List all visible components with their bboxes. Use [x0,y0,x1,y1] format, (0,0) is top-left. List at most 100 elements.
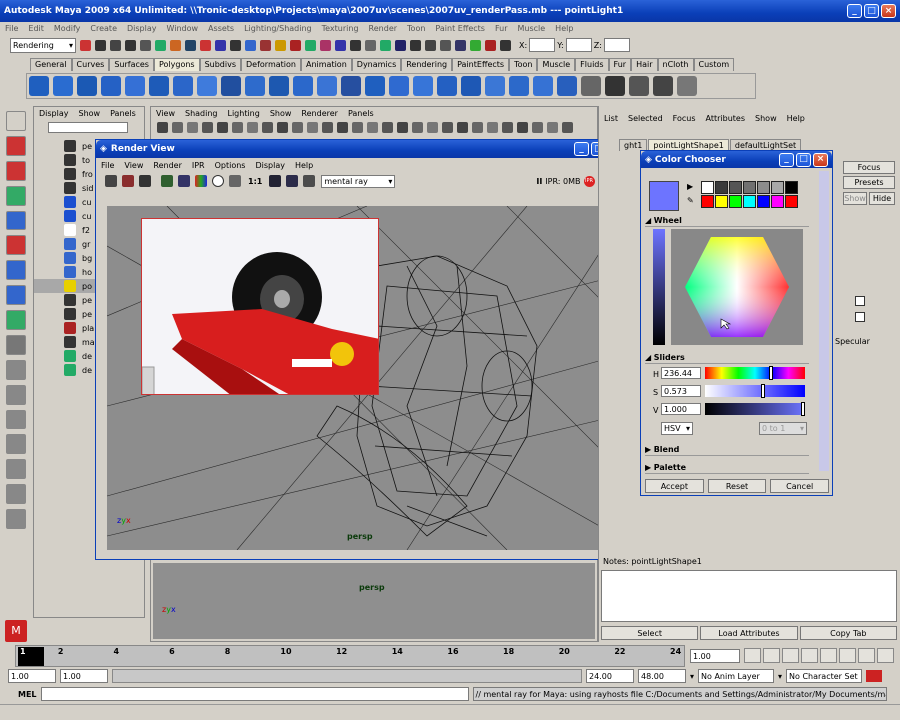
palette-swatch[interactable] [729,181,742,194]
render-view-menu-item-3[interactable]: IPR [187,161,210,170]
main-menu-item-0[interactable]: File [0,24,23,33]
main-menu-item-8[interactable]: Texturing [317,24,364,33]
reset-button[interactable]: Reset [707,479,767,493]
toolbox-tool-icon[interactable] [6,384,26,405]
shelf-tool-icon[interactable] [437,76,457,96]
viewport-tool-icon[interactable] [292,122,303,133]
palette-swatch[interactable] [771,181,784,194]
status-tool-icon[interactable] [440,39,451,51]
status-tool-icon[interactable] [230,39,241,51]
outliner-filter-field[interactable] [48,122,128,133]
palette-swatch[interactable] [785,195,798,208]
range-start-field[interactable]: 1.00 [60,669,108,683]
shelf-tool-icon[interactable] [365,76,385,96]
palette-swatch[interactable] [757,181,770,194]
ipr-stop-icon[interactable]: IPR [583,175,595,187]
status-tool-icon[interactable] [275,39,286,51]
main-menu-item-4[interactable]: Display [122,24,162,33]
shelf-tool-icon[interactable] [341,76,361,96]
color-mode-dropdown[interactable]: HSV ▾ [661,422,693,435]
select-button[interactable]: Select [601,626,699,640]
chevron-down-icon[interactable]: ▾ [778,672,782,681]
viewport-tool-icon[interactable] [307,122,318,133]
viewport-tool-icon[interactable] [517,122,528,133]
shelf-tab-dynamics[interactable]: Dynamics [351,58,402,71]
character-set-dropdown[interactable]: No Character Set [786,669,863,683]
main-menu-item-3[interactable]: Create [85,24,122,33]
status-tool-icon[interactable] [185,39,196,51]
status-tool-icon[interactable] [215,39,226,51]
sliders-section-header[interactable]: ◢ Sliders [645,352,809,364]
main-menu-item-10[interactable]: Toon [402,24,430,33]
command-input[interactable] [40,687,469,701]
status-tool-icon[interactable] [320,39,331,51]
ratio-label[interactable]: 1:1 [248,177,262,186]
toolbox-tool-icon[interactable] [6,111,26,131]
status-tool-icon[interactable] [380,39,391,51]
shelf-tool-icon[interactable] [485,76,505,96]
viewport-tool-icon[interactable] [202,122,213,133]
toolbox-tool-icon[interactable] [6,484,26,504]
viewport-tool-icon[interactable] [262,122,273,133]
color-swatch-icon-2[interactable] [855,312,865,322]
shelf-tool-icon[interactable] [53,76,73,96]
main-menu-item-9[interactable]: Render [364,24,402,33]
shelf-tool-icon[interactable] [533,76,553,96]
viewport-tool-icon[interactable] [247,122,258,133]
step-back-icon[interactable] [782,648,799,663]
toolbox-tool-icon[interactable] [6,359,26,380]
render-view-menu-item-4[interactable]: Options [210,161,251,170]
palette-swatch[interactable] [715,195,728,208]
maximize-button[interactable]: □ [864,4,879,18]
color-chooser-minimize-button[interactable]: _ [779,152,794,167]
notes-field[interactable] [601,570,897,622]
toolbox-tool-icon[interactable] [6,285,26,305]
shelf-tab-ncloth[interactable]: nCloth [657,58,694,71]
shelf-tab-polygons[interactable]: Polygons [153,58,200,71]
keep-image-icon[interactable] [269,175,282,187]
shelf-tool-icon[interactable] [101,76,121,96]
anim-layer-dropdown[interactable]: No Anim Layer [698,669,775,683]
shelf-tab-surfaces[interactable]: Surfaces [109,58,154,71]
palette-swatch[interactable] [743,181,756,194]
current-frame-field[interactable]: 1.00 [690,649,740,663]
palette-swatch[interactable] [701,181,714,194]
viewport-tool-icon[interactable] [547,122,558,133]
status-tool-icon[interactable] [290,39,301,51]
chevron-down-icon[interactable]: ▾ [690,672,694,681]
color-wheel[interactable] [671,229,803,345]
viewport-menu-item-1[interactable]: Shading [180,109,223,118]
play-icon[interactable]: ▶ [687,182,693,191]
time-slider[interactable]: 1 2 4 6 8 10 12 14 16 18 20 22 24 [15,645,685,667]
range-end-field[interactable]: 24.00 [586,669,634,683]
viewport-tool-icon[interactable] [412,122,423,133]
palette-swatch[interactable] [715,181,728,194]
viewport-tool-icon[interactable] [187,122,198,133]
x-field[interactable] [529,38,556,52]
alpha-channel-icon[interactable] [212,175,224,187]
end-time-field[interactable]: 48.00 [638,669,686,683]
shelf-tool-icon[interactable] [125,76,145,96]
viewport-menu-item-4[interactable]: Renderer [296,109,343,118]
status-tool-icon[interactable] [350,39,361,51]
toolbox-tool-icon[interactable] [6,509,26,529]
slider-thumb[interactable] [761,384,765,398]
palette-swatch[interactable] [785,181,798,194]
shelf-tool-icon[interactable] [29,76,49,96]
viewport-tool-icon[interactable] [172,122,183,133]
shelf-tab-subdivs[interactable]: Subdivs [199,58,242,71]
status-tool-icon[interactable] [305,39,316,51]
refresh-ipr-icon[interactable] [178,175,190,187]
focus-button[interactable]: Focus [843,161,895,174]
redo-render-icon[interactable] [105,175,117,187]
main-menu-item-12[interactable]: Fur [490,24,513,33]
palette-swatch[interactable] [771,195,784,208]
status-tool-icon[interactable] [140,39,151,51]
viewport-tool-icon[interactable] [277,122,288,133]
viewport-canvas[interactable]: persp [153,563,595,639]
main-menu-item-5[interactable]: Window [162,24,204,33]
remove-image-icon[interactable] [286,175,299,187]
render-view-menu-item-0[interactable]: File [96,161,119,170]
viewport-tool-icon[interactable] [427,122,438,133]
viewport-menu-item-3[interactable]: Show [265,109,297,118]
